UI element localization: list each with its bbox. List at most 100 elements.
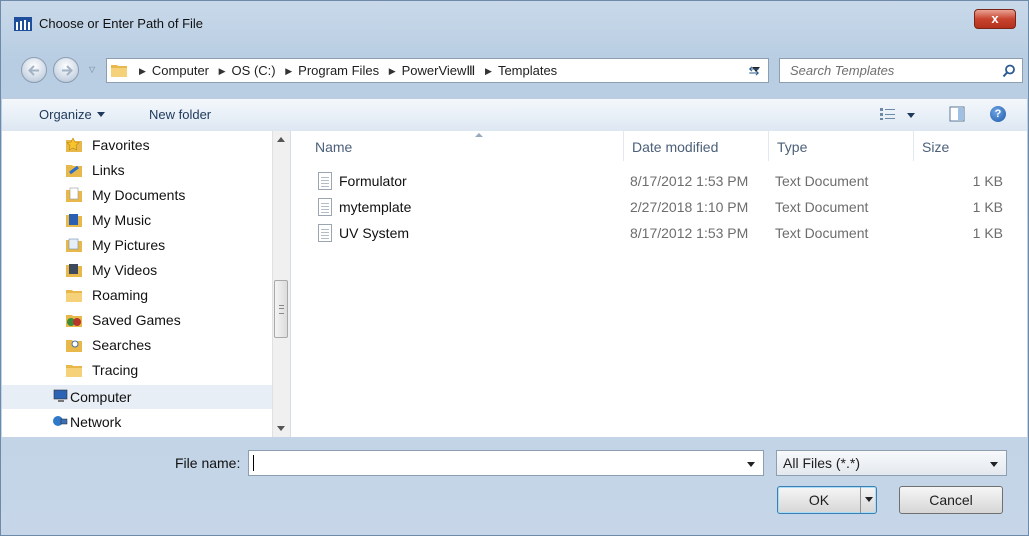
breadcrumb-separator-icon: ▶ [485, 66, 492, 76]
ok-button[interactable]: OK [777, 486, 877, 514]
breadcrumb-computer[interactable]: Computer [152, 63, 209, 78]
nav-item-label: Searches [92, 337, 152, 353]
file-row-uv-system[interactable]: UV System 8/17/2012 1:53 PM Text Documen… [291, 221, 1027, 247]
column-label: Name [315, 139, 353, 155]
folder-icon [66, 290, 82, 302]
breadcrumb-program-files[interactable]: Program Files [298, 63, 379, 78]
nav-item-my-pictures[interactable]: My Pictures [2, 233, 272, 257]
scroll-up-icon[interactable] [277, 137, 285, 142]
nav-item-my-documents[interactable]: My Documents [2, 183, 272, 207]
forward-button[interactable] [53, 57, 79, 83]
breadcrumb-templates[interactable]: Templates [498, 63, 557, 78]
nav-item-links[interactable]: Links [2, 158, 272, 182]
file-type: Text Document [775, 225, 869, 241]
nav-item-label: My Pictures [92, 237, 166, 253]
file-type-value: All Files (*.*) [783, 455, 861, 471]
scrollbar-thumb[interactable] [274, 280, 288, 338]
new-folder-button[interactable]: New folder [149, 107, 211, 122]
window-title: Choose or Enter Path of File [39, 16, 204, 31]
nav-item-saved-games[interactable]: Saved Games [2, 308, 272, 332]
preview-pane-icon[interactable] [949, 106, 965, 122]
links-folder-icon [66, 165, 82, 177]
app-icon [14, 17, 32, 31]
command-bar: Organize New folder ? [2, 98, 1027, 132]
nav-item-my-videos[interactable]: My Videos [2, 258, 272, 282]
file-date: 8/17/2012 1:53 PM [630, 173, 749, 189]
recent-locations-icon[interactable]: ▽ [89, 65, 95, 74]
title-bar: Choose or Enter Path of File x [1, 1, 1028, 35]
back-button[interactable] [21, 57, 47, 83]
nav-item-label: My Documents [92, 187, 186, 203]
nav-item-label: Computer [70, 389, 132, 405]
view-options-chevron-icon[interactable] [907, 113, 915, 118]
nav-item-roaming[interactable]: Roaming [2, 283, 272, 307]
music-folder-icon [66, 214, 82, 227]
file-date: 2/27/2018 1:10 PM [630, 199, 749, 215]
breadcrumb-powerview[interactable]: PowerViewⅢ [402, 63, 476, 78]
breadcrumb-separator-icon: ▶ [388, 66, 396, 76]
nav-item-label: Links [92, 162, 125, 178]
nav-item-label: My Music [92, 212, 152, 228]
file-name-label: File name: [175, 455, 241, 471]
cancel-button[interactable]: Cancel [899, 486, 1003, 514]
file-name: UV System [339, 225, 410, 241]
close-button[interactable]: x [974, 9, 1016, 29]
file-row-mytemplate[interactable]: mytemplate 2/27/2018 1:10 PM Text Docume… [291, 195, 1027, 221]
column-header-date-modified[interactable]: Date modified [624, 131, 769, 161]
navigation-scrollbar[interactable] [272, 131, 290, 437]
column-header-type[interactable]: Type [769, 131, 914, 161]
nav-item-label: Network [70, 414, 122, 430]
column-label: Type [777, 139, 808, 155]
breadcrumb-separator-icon: ▶ [285, 66, 293, 76]
grip-icon [279, 305, 284, 314]
organize-button[interactable]: Organize [39, 107, 105, 122]
file-type-select[interactable]: All Files (*.*) [776, 450, 1007, 476]
nav-item-network[interactable]: Network [2, 410, 272, 434]
chevron-down-icon [96, 112, 105, 117]
forward-arrow-icon [62, 65, 73, 76]
file-name-dropdown-icon[interactable] [747, 462, 755, 467]
address-bar[interactable]: ▶ Computer ▶ OS (C:) ▶ Program Files ▶ Power… [106, 58, 769, 83]
file-name: mytemplate [339, 199, 412, 215]
breadcrumb-drive[interactable]: OS (C:) [232, 63, 276, 78]
network-icon [53, 416, 68, 426]
search-icon[interactable] [1002, 64, 1016, 78]
nav-item-my-music[interactable]: My Music [2, 208, 272, 232]
file-name-input[interactable] [248, 450, 764, 476]
text-cursor [253, 455, 254, 471]
refresh-button[interactable]: ⇆ [741, 59, 767, 82]
file-date: 8/17/2012 1:53 PM [630, 225, 749, 241]
nav-item-favorites[interactable]: Favorites [2, 133, 272, 157]
refresh-icon: ⇆ [748, 63, 760, 78]
text-document-icon [318, 198, 332, 216]
file-size: 1 KB [972, 225, 1003, 241]
text-document-icon [318, 224, 332, 242]
file-type: Text Document [775, 173, 869, 189]
nav-item-label: My Videos [92, 262, 158, 278]
sort-ascending-icon [475, 133, 483, 137]
change-view-icon[interactable] [879, 107, 897, 121]
column-label: Date modified [632, 139, 719, 155]
videos-folder-icon [66, 264, 82, 277]
nav-item-label: Favorites [92, 137, 150, 153]
breadcrumb: ▶ Computer ▶ OS (C:) ▶ Program Files ▶ Power… [133, 63, 557, 79]
nav-item-computer[interactable]: Computer [2, 385, 272, 409]
folder-icon [111, 65, 127, 77]
search-input[interactable]: Search Templates [779, 58, 1023, 83]
help-icon[interactable]: ? [990, 106, 1006, 122]
file-list: Name Date modified Type Size Formulator … [291, 131, 1027, 437]
nav-item-tracing[interactable]: Tracing [2, 358, 272, 382]
scroll-down-icon[interactable] [277, 426, 285, 431]
ok-label: OK [808, 492, 830, 508]
navigation-pane: Favorites Links My Documents My Music My… [2, 131, 291, 437]
documents-folder-icon [66, 187, 82, 202]
nav-item-label: Saved Games [92, 312, 181, 328]
computer-icon [53, 389, 68, 402]
column-header-size[interactable]: Size [914, 131, 1014, 161]
file-type: Text Document [775, 199, 869, 215]
ok-split-dropdown-icon[interactable] [860, 487, 878, 513]
column-header-name[interactable]: Name [307, 131, 624, 161]
back-arrow-icon [28, 65, 39, 76]
nav-item-searches[interactable]: Searches [2, 333, 272, 357]
file-row-formulator[interactable]: Formulator 8/17/2012 1:53 PM Text Docume… [291, 169, 1027, 195]
